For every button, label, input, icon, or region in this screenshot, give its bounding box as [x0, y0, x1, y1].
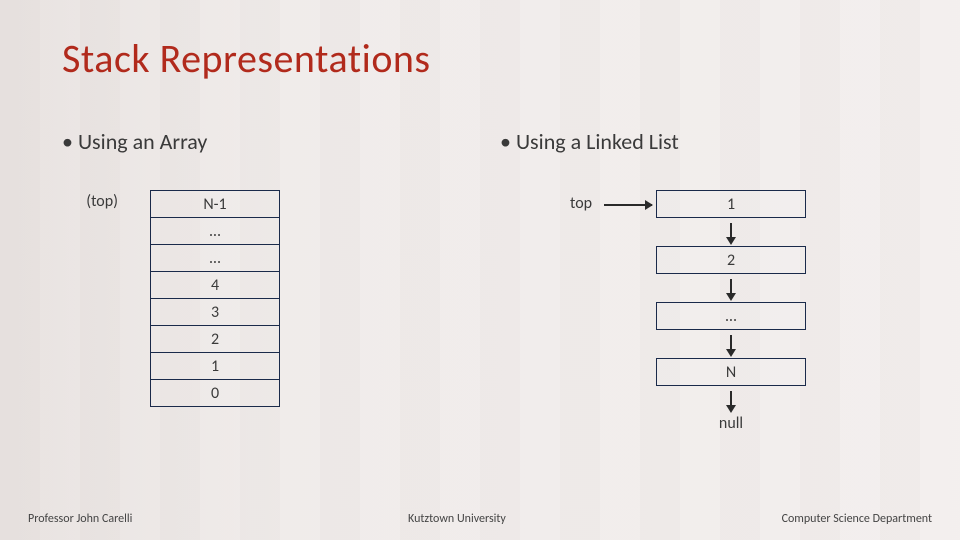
array-top-label: (top) — [76, 190, 118, 211]
array-cell: 0 — [151, 380, 279, 407]
footer-right: Computer Science Department — [782, 512, 932, 526]
array-cell: 2 — [151, 326, 279, 353]
linked-list-null: null — [656, 414, 806, 433]
array-cell: 1 — [151, 353, 279, 380]
linked-list-node: N — [656, 358, 806, 386]
bullet-array: Using an Array — [62, 128, 462, 155]
array-cell: 4 — [151, 272, 279, 299]
footer: Professor John Carelli Kutztown Universi… — [0, 512, 960, 526]
array-cell: 3 — [151, 299, 279, 326]
column-left: Using an Array — [62, 128, 462, 155]
linked-list-node: … — [656, 302, 806, 330]
linked-list-top-label: top — [570, 194, 592, 213]
array-cell: N-1 — [151, 191, 279, 218]
footer-center: Kutztown University — [408, 512, 506, 526]
linked-list-node: 1 — [656, 190, 806, 218]
array-cell: … — [151, 245, 279, 272]
linked-list-node: 2 — [656, 246, 806, 274]
slide: Stack Representations Using an Array Usi… — [0, 0, 960, 540]
array-cell: … — [151, 218, 279, 245]
column-right: Using a Linked List — [500, 128, 900, 155]
arrow-icon — [604, 204, 652, 206]
linked-list-nodes: 1 2 … N null — [656, 190, 806, 433]
array-table: N-1 … … 4 3 2 1 0 — [150, 190, 280, 407]
slide-title: Stack Representations — [62, 34, 431, 83]
footer-left: Professor John Carelli — [28, 512, 132, 526]
bullet-linked-list: Using a Linked List — [500, 128, 900, 155]
array-diagram: (top) N-1 … … 4 3 2 1 0 — [76, 190, 280, 407]
